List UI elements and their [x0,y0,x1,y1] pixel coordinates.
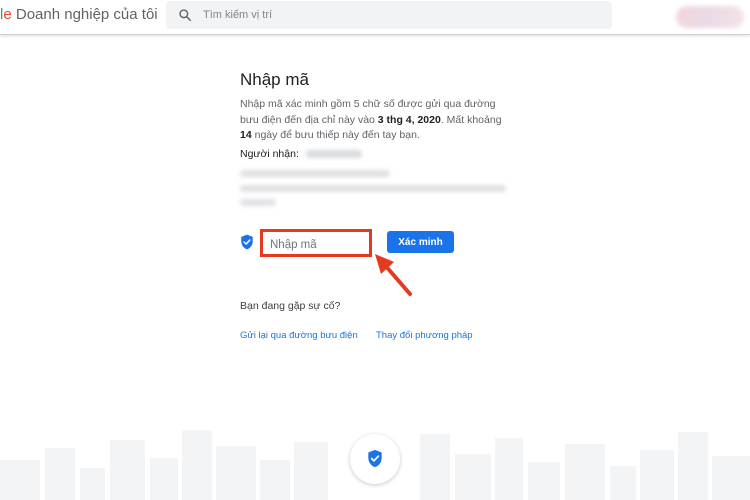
desc-part2: . Mất khoảng [440,113,502,126]
verified-badge [350,434,400,484]
change-method-link[interactable]: Thay đổi phương pháp [376,330,473,341]
account-avatar[interactable] [676,6,744,28]
page-title: Nhập mã [240,70,309,89]
code-input[interactable] [268,235,368,255]
verify-button[interactable]: Xác minh [387,231,454,253]
search-bar[interactable]: Tìm kiếm vị trí [166,1,612,29]
top-app-bar: le Doanh nghiệp của tôi Tìm kiếm vị trí [0,0,750,35]
resend-by-mail-link[interactable]: Gửi lại qua đường bưu điện [240,330,358,341]
red-arrow-annotation [375,254,412,296]
brand-logo-letter-e: e [3,6,12,23]
desc-part3: ngày để bưu thiếp này đến tay bạn. [251,129,420,141]
shield-check-icon [368,449,382,468]
shield-check-icon [241,234,253,250]
desc-date: 3 thg 4, 2020 [377,113,441,126]
trouble-heading: Bạn đang gặp sự cố? [240,300,341,312]
address-line-redacted [240,199,276,206]
desc-days: 14 [240,129,252,141]
search-icon [179,9,192,22]
brand-title: Doanh nghiệp của tôi [11,6,158,23]
address-line-redacted [240,185,506,192]
search-placeholder: Tìm kiếm vị trí [203,9,273,21]
verification-code-field[interactable] [260,229,372,257]
recipient-row: Người nhận: [240,148,362,160]
recipient-label: Người nhận: [240,148,299,160]
address-line-redacted [240,170,390,177]
recipient-name-redacted [305,150,362,159]
verification-description: Nhập mã xác minh gồm 5 chữ số được gửi q… [240,97,510,144]
app-brand[interactable]: le Doanh nghiệp của tôi [0,6,158,23]
